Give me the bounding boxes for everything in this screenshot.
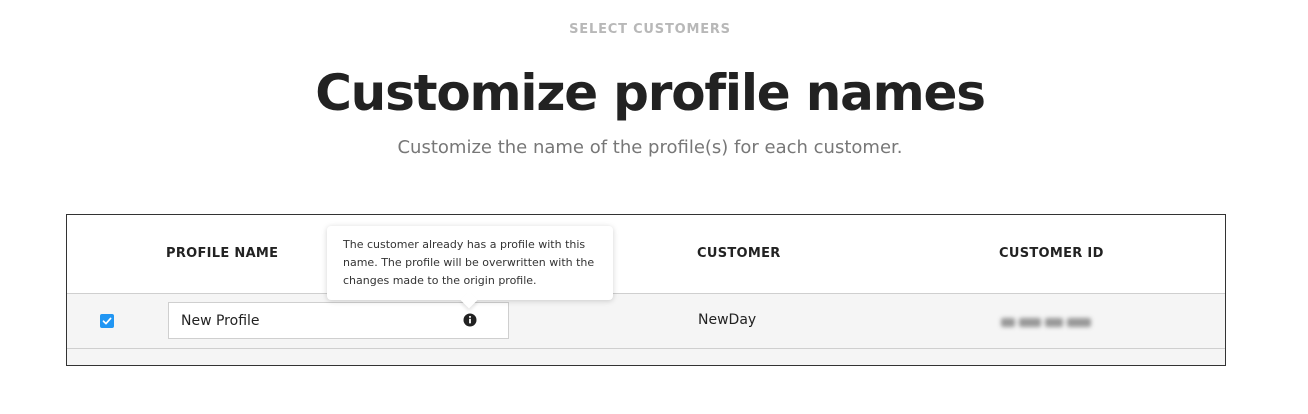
eyebrow-label: SELECT CUSTOMERS	[569, 22, 731, 37]
overwrite-tooltip: The customer already has a profile with …	[327, 226, 613, 309]
table-row-filler	[67, 349, 1225, 365]
row-checkbox[interactable]	[100, 314, 114, 328]
checkbox-checked-icon	[102, 317, 112, 325]
customer-cell: NewDay	[698, 312, 757, 328]
column-header-customer: CUSTOMER	[697, 246, 781, 261]
customer-id-redacted	[1001, 316, 1093, 330]
table-header: PROFILE NAME CUSTOMER CUSTOMER ID	[67, 215, 1225, 294]
info-icon[interactable]	[463, 313, 477, 327]
column-header-profile-name: PROFILE NAME	[166, 246, 279, 261]
profile-name-input[interactable]	[168, 302, 509, 339]
profiles-table: PROFILE NAME CUSTOMER CUSTOMER ID NewDay	[66, 214, 1226, 366]
tooltip-text: The customer already has a profile with …	[343, 238, 595, 287]
table-row: NewDay	[67, 294, 1225, 349]
column-header-customer-id: CUSTOMER ID	[999, 246, 1104, 261]
page-subtitle: Customize the name of the profile(s) for…	[397, 137, 903, 158]
page-title: Customize profile names	[315, 64, 986, 122]
